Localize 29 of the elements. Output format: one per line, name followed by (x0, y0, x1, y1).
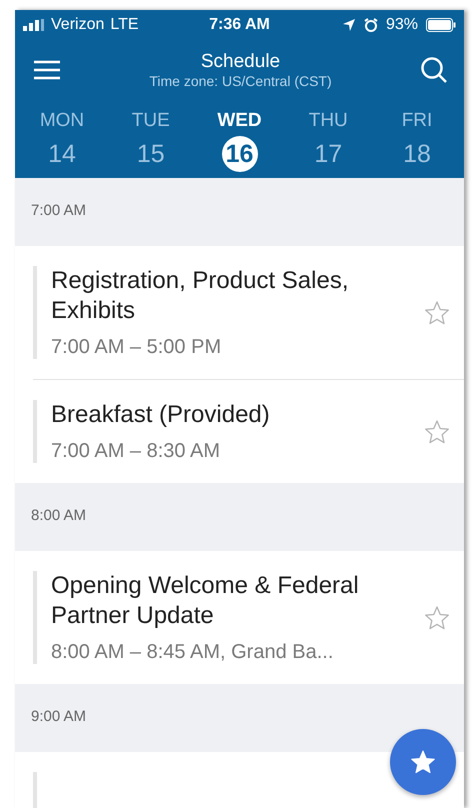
session-title[interactable]: Registration, Product Sales, Exhibits (51, 266, 386, 326)
star-icon[interactable] (424, 604, 450, 630)
day-tab[interactable]: TUE 15 (116, 110, 186, 178)
screen-title: Schedule (200, 51, 280, 73)
session-title[interactable]: Opening Welcome & Federal Partner Update (51, 571, 386, 631)
star-icon[interactable] (424, 300, 450, 326)
time-section-header: 9:00 AM (15, 684, 464, 752)
signal-icon (23, 19, 45, 31)
carrier-name: Verizon (51, 16, 104, 34)
star-icon (410, 749, 436, 775)
status-time: 7:36 AM (209, 16, 270, 34)
location-arrow-icon (342, 18, 356, 32)
time-zone-label: Time zone: US/Central (CST) (149, 73, 332, 89)
session-title[interactable]: Breakfast (Provided) (51, 400, 386, 430)
star-icon[interactable] (424, 418, 450, 444)
battery-percent: 93% (386, 16, 418, 34)
time-section-header: 8:00 AM (15, 483, 464, 551)
day-tab[interactable]: FRI 18 (382, 110, 452, 178)
alarm-clock-icon (364, 18, 378, 32)
session-time: 7:00 AM – 5:00 PM (51, 336, 222, 359)
search-icon[interactable] (420, 56, 448, 84)
day-tab[interactable]: THU 17 (293, 110, 364, 178)
session-time: 7:00 AM – 8:30 AM (51, 440, 221, 463)
network-type: LTE (110, 16, 139, 34)
battery-icon (426, 18, 456, 32)
session-time: 8:00 AM – 8:45 AM, Grand Ba... (51, 641, 334, 664)
day-tab[interactable]: MON 14 (27, 110, 97, 178)
menu-icon[interactable] (33, 60, 61, 80)
time-section-header: 7:00 AM (15, 178, 464, 246)
